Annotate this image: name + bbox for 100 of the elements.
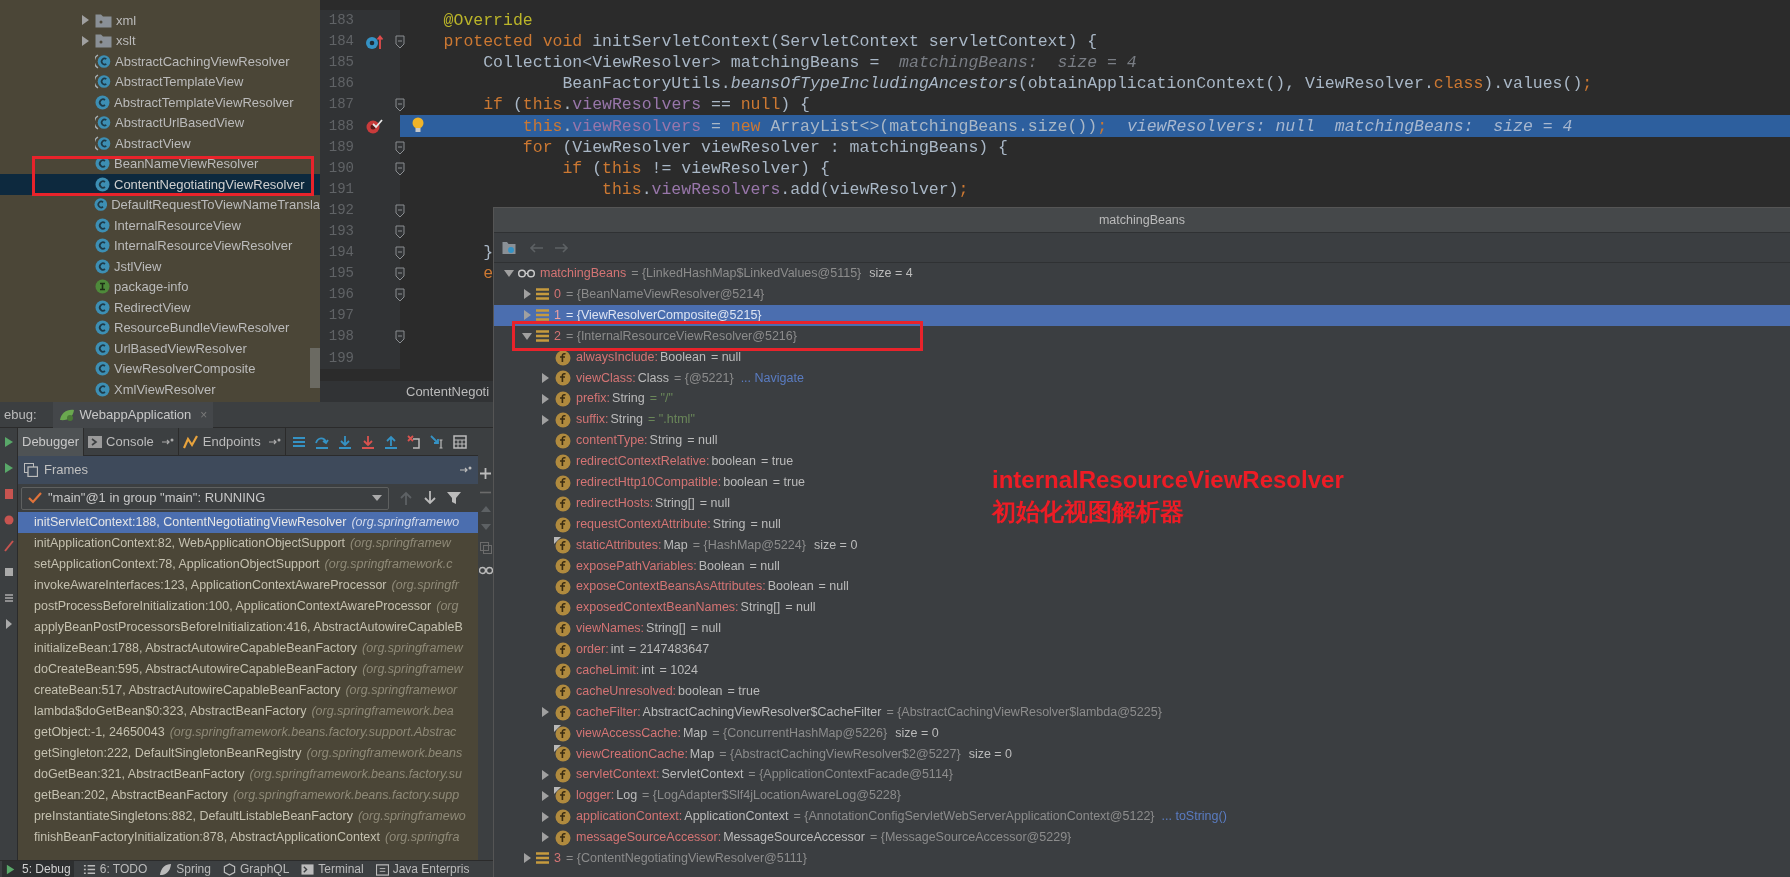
force-step-into-icon[interactable] [360, 434, 375, 449]
resume-icon[interactable] [2, 436, 15, 448]
variable-text[interactable]: order: int = 2147483647 [576, 640, 710, 659]
stack-frame[interactable]: getSingleton:222, DefaultSingletonBeanRegistry (org.springframework.beans [18, 743, 478, 764]
stack-frame[interactable]: preInstantiateSingletons:882, DefaultListableBeanFactory (org.springframewo [18, 806, 478, 827]
tree-item[interactable]: AbstractCachingViewResolver [115, 51, 290, 71]
fold-marker-icon[interactable] [395, 203, 405, 218]
thread-dropdown[interactable]: "main"@1 in group "main": RUNNING [21, 486, 389, 510]
variable-text[interactable]: exposePathVariables: Boolean = null [576, 556, 780, 576]
rerun-icon[interactable] [2, 462, 15, 474]
tree-item[interactable]: xslt [116, 31, 136, 51]
variable-text[interactable]: exposedContextBeanNames: String[] = null [576, 598, 816, 618]
tree-item[interactable]: ContentNegotiatingViewResolver [114, 174, 305, 194]
fold-marker-icon[interactable] [395, 161, 405, 176]
variable-text[interactable]: suffix: String = ".html" [576, 410, 695, 430]
stack-frame[interactable]: invokeAwareInterfaces:123, ApplicationContextAwareProcessor (org.springfr [18, 575, 478, 596]
variable-text[interactable]: messageSourceAccessor: MessageSourceAccessor = {MessageSourceAccessor@5229} [576, 828, 1072, 847]
fold-marker-icon[interactable] [395, 35, 405, 50]
tree-item[interactable]: BeanNameViewResolver [114, 154, 259, 174]
variable-text[interactable]: 3 = {ContentNegotiatingViewResolver@5111} [554, 849, 807, 868]
tree-item[interactable]: AbstractUrlBasedView [115, 113, 245, 133]
debug-tab[interactable]: Debugger [18, 427, 85, 456]
tool-window-tab[interactable]: 6: TODO [79, 860, 151, 877]
settings-icon[interactable] [2, 592, 15, 604]
variable-text[interactable]: redirectContextRelative: boolean = true [576, 452, 794, 471]
filter-icon[interactable] [447, 491, 461, 505]
fold-marker-icon[interactable] [395, 330, 405, 345]
stack-frame[interactable]: lambda$doGetBean$0:323, AbstractBeanFactory (org.springframework.bea [18, 701, 478, 722]
collapse-arrow-icon[interactable] [522, 331, 532, 341]
tree-item[interactable]: package-info [114, 277, 189, 297]
step-out-icon[interactable] [383, 434, 398, 449]
stack-frame[interactable]: getObject:-1, 24650043 (org.springframework.beans.factory.support.Abstrac [18, 722, 478, 743]
tree-item[interactable]: UrlBasedViewResolver [114, 338, 247, 358]
debug-tab[interactable]: Endpoints [178, 427, 286, 456]
stack-frame[interactable]: applyBeanPostProcessorsBeforeInitialization:416, AbstractAutowireCapableB [18, 617, 478, 638]
calculator-icon[interactable] [452, 434, 467, 449]
variable-text[interactable]: cacheLimit: int = 1024 [576, 661, 699, 680]
down-arrow-icon[interactable] [423, 491, 437, 505]
debug-tab[interactable]: Console [84, 427, 179, 456]
variable-text[interactable]: viewClass: Class = {@5221} [576, 368, 734, 388]
tool-window-tab[interactable]: 5: Debug [2, 860, 74, 877]
stack-frame[interactable]: doCreateBean:595, AbstractAutowireCapableBeanFactory (org.springframew [18, 659, 478, 680]
breakpoint-icon[interactable] [365, 118, 383, 134]
collapse-arrow-icon[interactable] [504, 268, 514, 278]
step-into-icon[interactable] [337, 434, 352, 449]
expand-arrow-icon[interactable] [540, 811, 550, 822]
variable-text[interactable]: 0 = {BeanNameViewResolver@5214} [554, 284, 765, 304]
variable-text[interactable]: servletContext: ServletContext = {ApplicationContextFacade@5114} [576, 765, 953, 785]
tree-item[interactable]: RedirectView [114, 297, 191, 317]
lightbulb-icon[interactable] [412, 117, 424, 134]
fold-marker-icon[interactable] [395, 246, 405, 261]
variable-text[interactable]: requestContextAttribute: String = null [576, 514, 781, 534]
tool-window-tab[interactable]: Spring [156, 860, 214, 877]
tree-item[interactable]: AbstractView [115, 133, 191, 153]
variable-text[interactable]: exposeContextBeansAsAttributes: Boolean = null [576, 577, 849, 597]
tree-item[interactable]: InternalResourceView [114, 215, 241, 235]
variable-text[interactable]: cacheUnresolved: boolean = true [576, 681, 760, 701]
fold-marker-icon[interactable] [395, 140, 405, 155]
variable-text[interactable]: viewAccessCache: Map = {ConcurrentHashMap@5226} size = 0 [576, 723, 939, 743]
stack-frame[interactable]: doGetBean:321, AbstractBeanFactory (org.springframework.beans.factory.su [18, 764, 478, 785]
stack-frame[interactable]: finishBeanFactoryInitialization:878, AbstractApplicationContext (org.springfra [18, 827, 478, 848]
stack-frame[interactable]: setApplicationContext:78, ApplicationObjectSupport (org.springframework.c [18, 554, 478, 575]
variable-text[interactable]: logger: Log = {LogAdapter$Slf4jLocationAwareLog@5228} [576, 786, 901, 806]
run-tab[interactable]: WebappApplication × [52, 401, 214, 428]
glasses-icon[interactable] [478, 566, 493, 575]
variable-text[interactable]: viewNames: String[] = null [576, 619, 721, 638]
stack-frame[interactable]: initializeBean:1788, AbstractAutowireCapableBeanFactory (org.springframew [18, 638, 478, 659]
tree-item[interactable]: xml [116, 10, 137, 30]
variable-text[interactable]: staticAttributes: Map = {HashMap@5224} size = 0 [576, 535, 858, 555]
run-to-cursor-icon[interactable] [429, 434, 444, 449]
expand-arrow-icon[interactable] [522, 853, 532, 864]
expand-arrow-icon[interactable] [540, 707, 550, 718]
fold-marker-icon[interactable] [395, 224, 405, 239]
variable-text[interactable]: alwaysInclude: Boolean = null [576, 347, 742, 367]
fold-marker-icon[interactable] [395, 98, 405, 113]
variable-text[interactable]: applicationContext: ApplicationContext = {AnnotationConfigServletWebServerApplicationContext@5122} [576, 807, 1155, 826]
tool-window-tab[interactable]: Terminal [298, 860, 367, 877]
expand-arrow-icon[interactable] [540, 769, 550, 780]
variable-text[interactable]: redirectHttp10Compatible: boolean = true [576, 472, 806, 492]
camera-icon[interactable] [2, 566, 15, 578]
expand-arrow-icon[interactable] [80, 15, 90, 26]
breadcrumb[interactable]: ContentNegoti [406, 381, 490, 402]
tree-item[interactable]: InternalResourceViewResolver [114, 236, 293, 256]
mute-icon[interactable] [2, 540, 15, 552]
expand-arrow-icon[interactable] [540, 372, 550, 383]
variable-text[interactable]: redirectHosts: String[] = null [576, 493, 730, 513]
expand-arrow-icon[interactable] [80, 35, 90, 46]
navigate-link[interactable]: ... toString() [1161, 807, 1227, 826]
step-over-icon[interactable] [314, 434, 329, 449]
stack-frame[interactable]: initServletContext:188, ContentNegotiatingViewResolver (org.springframewo [18, 512, 478, 533]
scrollbar-thumb[interactable] [310, 348, 320, 388]
tree-item[interactable]: DefaultRequestToViewNameTransla [111, 195, 320, 215]
folder-icon[interactable] [502, 240, 517, 255]
stack-frame[interactable]: postProcessBeforeInitialization:100, ApplicationContextAwareProcessor (org [18, 596, 478, 617]
variable-text[interactable]: prefix: String = "/" [576, 389, 673, 409]
variable-text[interactable]: matchingBeans = {LinkedHashMap$LinkedValues@5115} size = 4 [540, 264, 913, 283]
expand-arrow-icon[interactable] [522, 289, 532, 300]
expand-arrow-icon[interactable] [540, 832, 550, 843]
override-marker-icon[interactable] [364, 33, 384, 50]
stack-frame[interactable]: createBean:517, AbstractAutowireCapableBeanFactory (org.springframewor [18, 680, 478, 701]
